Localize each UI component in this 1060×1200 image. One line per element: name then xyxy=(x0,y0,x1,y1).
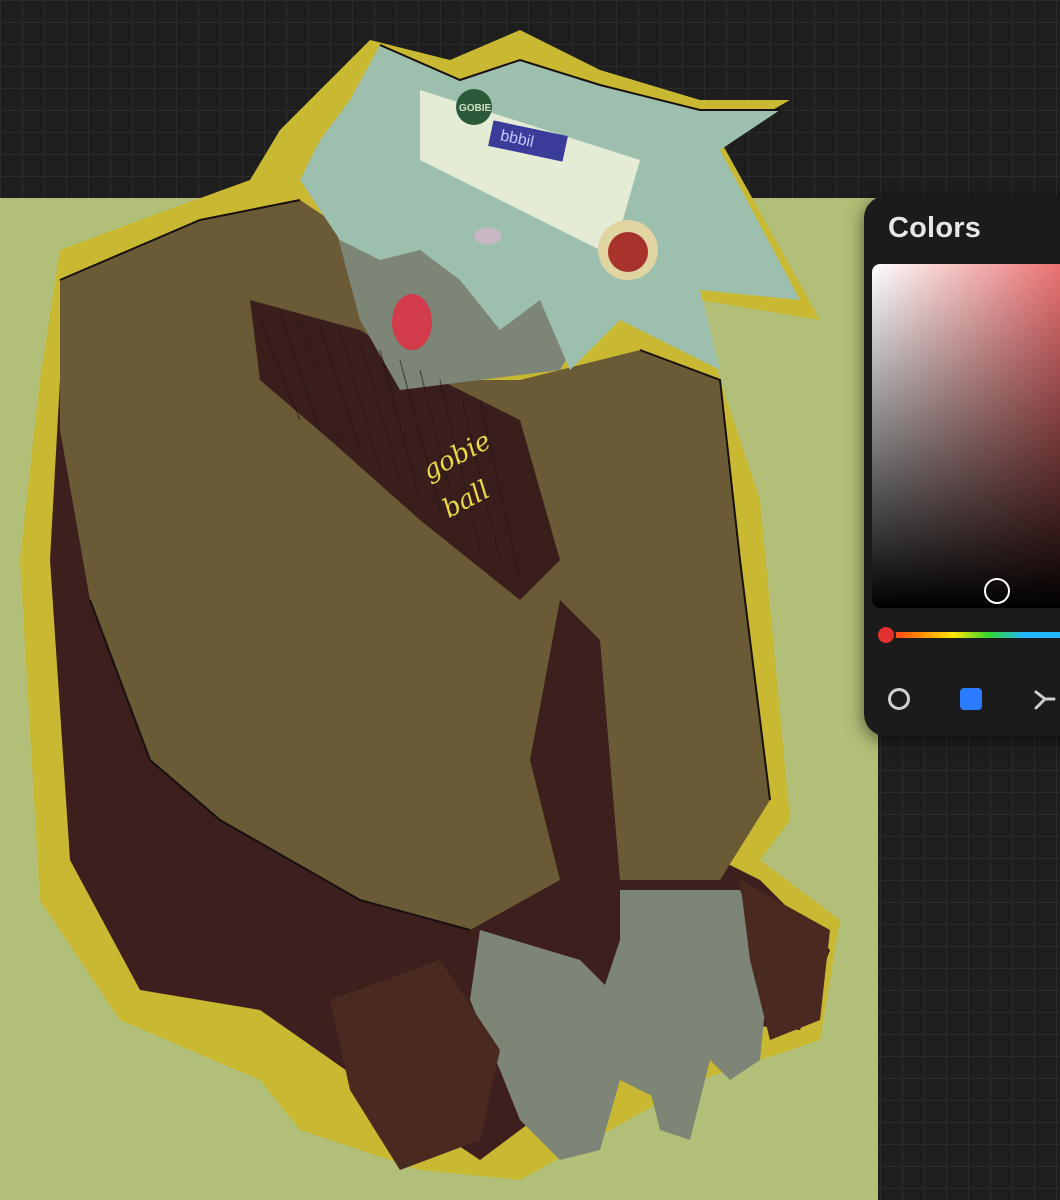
artwork-eye xyxy=(474,228,502,244)
colors-panel: Colors xyxy=(864,196,1060,736)
artwork-teeth-badge-inner xyxy=(608,232,648,272)
mode-classic-button[interactable] xyxy=(956,684,986,714)
colors-panel-title: Colors xyxy=(888,212,982,244)
classic-square-icon xyxy=(960,688,982,710)
color-picker-ring[interactable] xyxy=(984,578,1010,604)
mode-harmony-button[interactable] xyxy=(1030,684,1060,714)
artwork-mouth xyxy=(392,294,432,350)
harmony-icon xyxy=(1034,690,1056,710)
saturation-brightness-field[interactable] xyxy=(872,264,1060,608)
artwork-headband-badge-text: GOBIE xyxy=(459,103,492,114)
mode-disc-button[interactable] xyxy=(884,684,914,714)
hue-slider[interactable] xyxy=(884,632,1060,638)
hue-slider-knob[interactable] xyxy=(878,627,894,643)
color-disc-icon xyxy=(888,688,910,710)
